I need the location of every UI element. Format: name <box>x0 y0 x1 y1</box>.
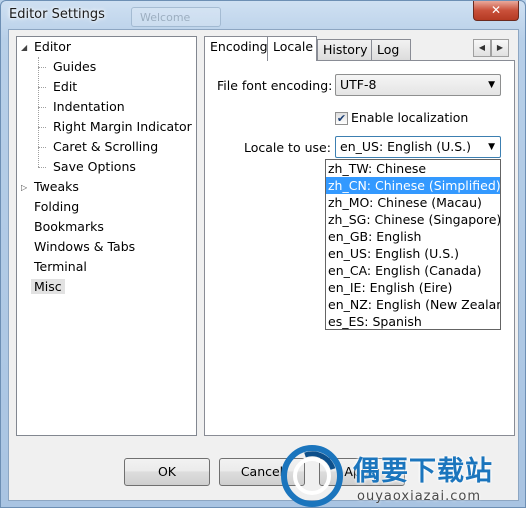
locale-option-highlighted[interactable]: zh_CN: Chinese (Simplified) <box>326 177 500 194</box>
tree-item-label: Bookmarks <box>34 219 104 234</box>
tab-scroll-left-icon[interactable]: ◀ <box>473 39 491 57</box>
close-button[interactable]: ✕ <box>473 1 519 21</box>
background-tab-ghost: Welcome <box>131 7 221 27</box>
tree-item-label: Guides <box>53 59 97 74</box>
enable-localization-label: Enable localization <box>351 110 469 125</box>
tab-label: Locale <box>273 39 314 54</box>
locale-select-value: en_US: English (U.S.) <box>340 139 472 154</box>
tab-log[interactable]: Log <box>371 39 411 60</box>
chevron-down-icon: ▼ <box>488 142 495 152</box>
tree-item-label: Misc <box>31 279 65 294</box>
locale-select[interactable]: en_US: English (U.S.) ▼ <box>335 136 501 158</box>
tab-strip: Encoding Locale History Log ◀ ▶ <box>204 36 515 61</box>
tree-connector <box>38 67 46 68</box>
locale-dropdown-list[interactable]: zh_TW: Chinese zh_CN: Chinese (Simplifie… <box>325 159 501 330</box>
enable-localization-checkbox[interactable]: ✔ <box>335 112 348 125</box>
locale-option[interactable]: zh_TW: Chinese <box>326 160 500 177</box>
tree-item-bookmarks[interactable]: Bookmarks <box>34 218 104 236</box>
tab-scroll-right-icon[interactable]: ▶ <box>491 39 509 57</box>
tree-connector <box>38 107 46 108</box>
title-bar[interactable]: Editor Settings Welcome ✕ <box>1 1 525 29</box>
tab-label: Log <box>377 42 400 57</box>
tree-item-editor[interactable]: Editor <box>34 38 71 56</box>
tree-item-edit[interactable]: Edit <box>53 78 77 96</box>
locale-option[interactable]: en_IE: English (Eire) <box>326 279 500 296</box>
window-title: Editor Settings <box>9 7 105 22</box>
tree-item-label: Editor <box>34 39 71 54</box>
tree-connector <box>38 87 46 88</box>
tree-item-label: Caret & Scrolling <box>53 139 159 154</box>
tree-item-save-options[interactable]: Save Options <box>53 158 136 176</box>
watermark-url: ouyaoxiazai.com <box>357 489 481 504</box>
tree-connector <box>38 147 46 148</box>
tree-connector <box>38 167 46 168</box>
expanded-arrow-icon[interactable]: ◢ <box>21 43 30 52</box>
tree-item-terminal[interactable]: Terminal <box>34 258 87 276</box>
tree-item-tweaks[interactable]: Tweaks <box>34 178 79 196</box>
file-font-encoding-label: File font encoding: <box>217 78 333 93</box>
tree-item-label: Windows & Tabs <box>34 239 136 254</box>
tab-encoding[interactable]: Encoding <box>204 36 268 61</box>
tree-item-label: Edit <box>53 79 78 94</box>
tree-item-label: Folding <box>34 199 80 214</box>
tree-connector <box>38 57 39 167</box>
chevron-down-icon: ▼ <box>488 80 495 90</box>
checkmark-icon: ✔ <box>336 112 347 125</box>
tree-item-label: Tweaks <box>34 179 79 194</box>
tree-item-right-margin-indicator[interactable]: Right Margin Indicator <box>53 118 192 136</box>
locale-option[interactable]: en_GB: English <box>326 228 500 245</box>
tree-item-label: Right Margin Indicator <box>53 119 192 134</box>
tree-item-indentation[interactable]: Indentation <box>53 98 125 116</box>
locale-option[interactable]: zh_MO: Chinese (Macau) <box>326 194 500 211</box>
file-font-encoding-value: UTF-8 <box>340 77 377 92</box>
tree-item-windows-tabs[interactable]: Windows & Tabs <box>34 238 135 256</box>
locale-option[interactable]: en_NZ: English (New Zealand) <box>326 296 500 313</box>
editor-settings-window: Editor Settings Welcome ✕ ◢ Editor Guide… <box>0 0 526 508</box>
file-font-encoding-select[interactable]: UTF-8 ▼ <box>335 74 501 96</box>
tree-item-label: Terminal <box>34 259 87 274</box>
tree-item-label: Save Options <box>53 159 136 174</box>
locale-option[interactable]: en_US: English (U.S.) <box>326 245 500 262</box>
tree-connector <box>38 127 46 128</box>
locale-option[interactable]: es_ES: Spanish <box>326 313 500 329</box>
locale-option[interactable]: en_CA: English (Canada) <box>326 262 500 279</box>
tab-label: History <box>323 42 368 57</box>
watermark-logo-icon <box>281 445 343 507</box>
tab-label: Encoding <box>210 39 268 54</box>
locale-to-use-label: Locale to use: <box>244 140 331 155</box>
tree-item-guides[interactable]: Guides <box>53 58 96 76</box>
close-icon: ✕ <box>490 3 502 17</box>
tree-item-label: Indentation <box>53 99 125 114</box>
tab-locale[interactable]: Locale <box>267 36 317 61</box>
ok-button[interactable]: OK <box>124 458 210 486</box>
tree-item-folding[interactable]: Folding <box>34 198 79 216</box>
collapsed-arrow-icon[interactable]: ▷ <box>21 183 30 192</box>
settings-tree[interactable]: ◢ Editor Guides Edit Indentation Right M… <box>16 36 197 436</box>
tree-item-caret-scrolling[interactable]: Caret & Scrolling <box>53 138 158 156</box>
watermark-text: 偶要下载站 <box>353 456 493 487</box>
tab-history[interactable]: History <box>317 39 372 60</box>
locale-option[interactable]: zh_SG: Chinese (Singapore) <box>326 211 500 228</box>
tree-item-misc[interactable]: Misc <box>31 278 65 296</box>
